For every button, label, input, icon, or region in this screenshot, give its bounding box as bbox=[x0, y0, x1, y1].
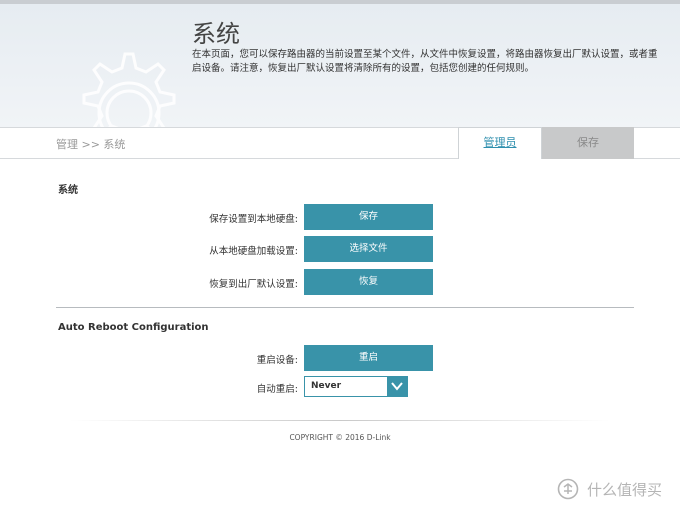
auto-reboot-value: Never bbox=[311, 381, 342, 391]
breadcrumb-bar: 管理 >> 系统 管理员 保存 bbox=[0, 127, 680, 159]
footer-divider bbox=[70, 420, 610, 421]
restore-defaults-label: 恢复到出厂默认设置: bbox=[209, 279, 298, 290]
reboot-device-label: 重启设备: bbox=[256, 355, 298, 366]
page-title: 系统 bbox=[192, 20, 240, 48]
section-title-system: 系统 bbox=[58, 185, 78, 196]
breadcrumb: 管理 >> 系统 bbox=[56, 138, 126, 151]
restore-defaults-button[interactable]: 恢复 bbox=[304, 269, 433, 295]
auto-reboot-select[interactable]: Never bbox=[304, 376, 408, 397]
gear-icon bbox=[82, 52, 176, 127]
dropdown-toggle[interactable] bbox=[387, 377, 407, 396]
watermark: 什么值得买 bbox=[557, 478, 677, 500]
copyright: COPYRIGHT © 2016 D-Link bbox=[289, 433, 391, 442]
watermark-text: 什么值得买 bbox=[587, 481, 663, 499]
tab-admin[interactable]: 管理员 bbox=[458, 127, 542, 159]
page-description: 在本页面，您可以保存路由器的当前设置至某个文件，从文件中恢复设置，将路由器恢复出… bbox=[192, 49, 658, 74]
section-divider bbox=[56, 307, 634, 308]
chevron-down-icon bbox=[391, 382, 403, 391]
save-settings-button[interactable]: 保存 bbox=[304, 204, 433, 230]
load-settings-label: 从本地硬盘加载设置: bbox=[209, 246, 298, 257]
page-header: 系统 在本页面，您可以保存路由器的当前设置至某个文件，从文件中恢复设置，将路由器… bbox=[0, 4, 680, 127]
reboot-button[interactable]: 重启 bbox=[304, 345, 433, 371]
save-settings-label: 保存设置到本地硬盘: bbox=[209, 214, 298, 225]
smzdm-logo-icon bbox=[557, 478, 579, 500]
choose-file-button[interactable]: 选择文件 bbox=[304, 236, 433, 262]
auto-reboot-label: 自动重启: bbox=[256, 384, 298, 395]
save-button-top[interactable]: 保存 bbox=[542, 127, 634, 159]
section-title-auto-reboot: Auto Reboot Configuration bbox=[58, 322, 209, 333]
